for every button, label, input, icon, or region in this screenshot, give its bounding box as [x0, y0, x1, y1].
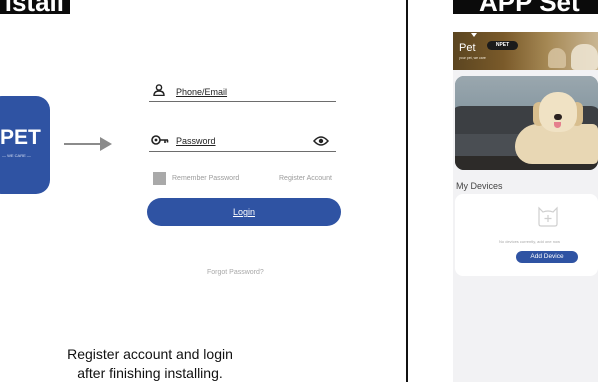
phone-email-input[interactable]: Phone/Email — [176, 87, 227, 97]
arrow-line — [64, 143, 102, 145]
arrow-right-icon — [100, 137, 112, 151]
user-icon — [153, 84, 165, 96]
caption-line-2: after finishing installing. — [77, 365, 223, 381]
app-header-banner: Pet your pet, we care NPET — [453, 32, 598, 70]
photo-dog-nose — [554, 114, 562, 120]
no-devices-message: No devices currently, add one now — [499, 239, 561, 244]
dog-image — [571, 44, 598, 70]
instruction-caption: Register account and login after finishi… — [20, 345, 280, 383]
header-tagline: your pet, we care — [459, 56, 486, 60]
login-button[interactable]: Login — [147, 198, 341, 226]
devices-card — [455, 194, 598, 276]
header-title: Pet — [459, 42, 476, 54]
caption-line-1: Register account and login — [67, 346, 233, 362]
remember-password-label: Remember Password — [172, 175, 240, 182]
remember-password-checkbox[interactable] — [153, 172, 166, 185]
left-banner-text: istall — [5, 0, 64, 14]
app-icon-subtext: — WE CARE — — [2, 153, 31, 158]
dropdown-triangle-icon[interactable] — [471, 33, 477, 37]
register-account-link[interactable]: Register Account — [279, 175, 332, 182]
right-section-banner: APP Set — [453, 0, 598, 14]
phone-email-underline — [149, 101, 336, 102]
my-devices-heading: My Devices — [456, 181, 503, 191]
password-underline — [149, 151, 336, 152]
npet-app-icon[interactable]: PET — WE CARE — — [0, 96, 50, 194]
app-home-screen: Pet your pet, we care NPET My Devices No… — [453, 32, 598, 382]
cat-image — [548, 48, 566, 68]
section-divider — [406, 0, 408, 382]
eye-icon[interactable] — [313, 135, 329, 147]
password-input[interactable]: Password — [176, 136, 216, 146]
forgot-password-link[interactable]: Forgot Password? — [207, 269, 264, 276]
add-device-button[interactable]: Add Device — [516, 251, 578, 263]
app-icon-text: PET — [0, 126, 41, 149]
dog-photo — [455, 76, 598, 170]
device-add-icon[interactable] — [536, 204, 560, 227]
right-banner-text: APP Set — [479, 0, 580, 14]
key-icon — [151, 135, 169, 145]
npet-brand-badge: NPET — [487, 41, 518, 50]
left-section-banner: istall — [0, 0, 70, 14]
